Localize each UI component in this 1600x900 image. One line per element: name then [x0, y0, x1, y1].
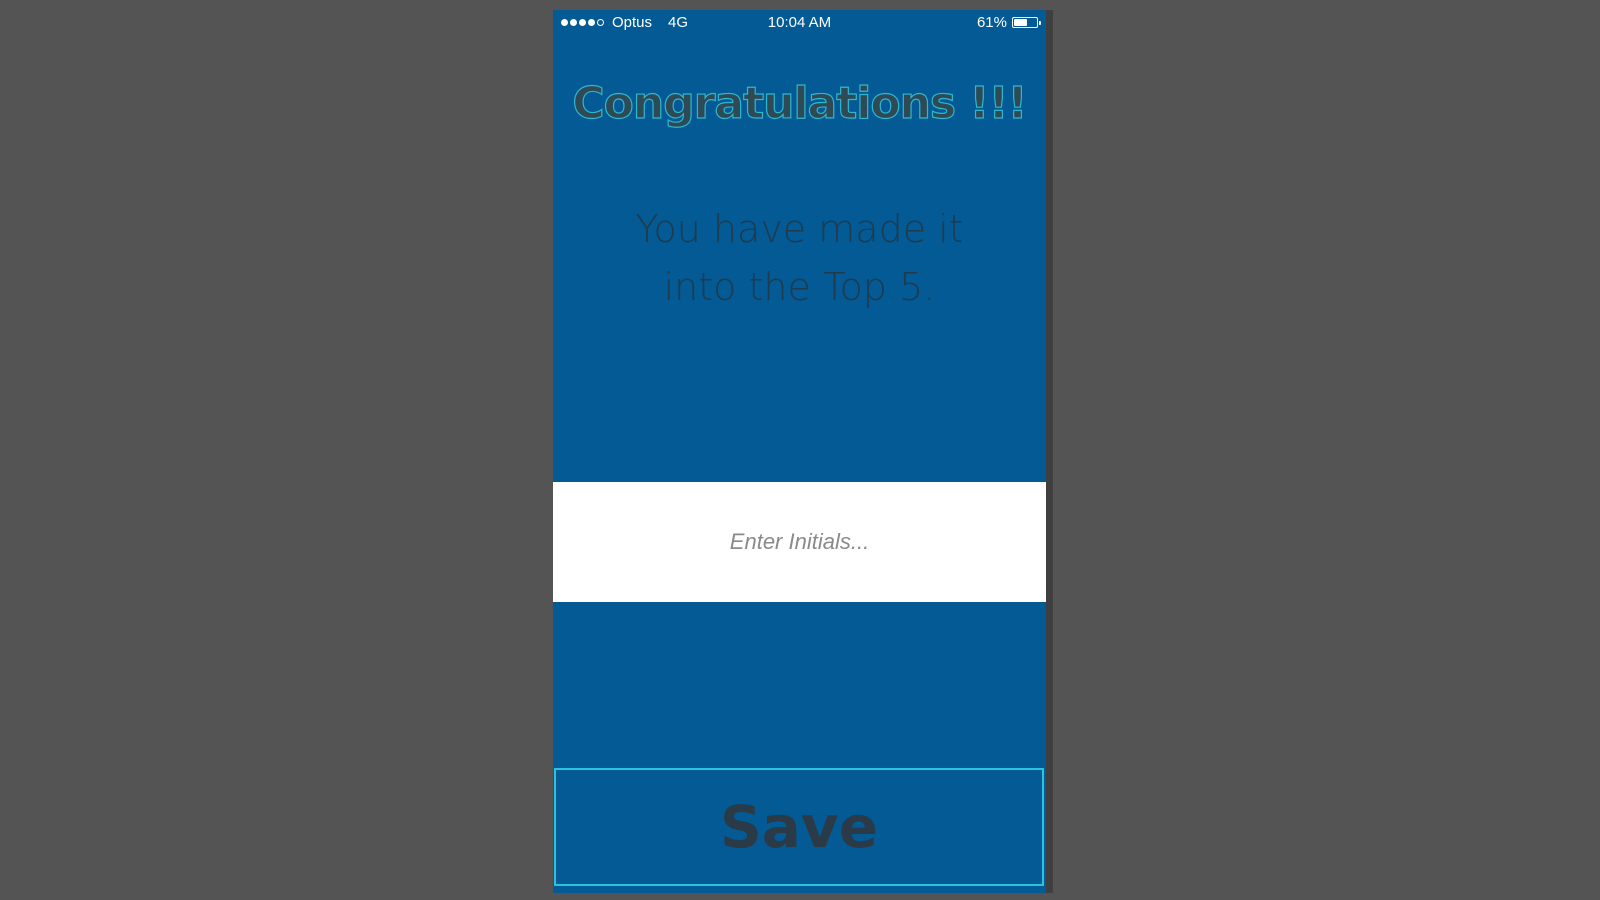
top5-message: You have made it into the Top 5. — [613, 200, 986, 316]
phone-screen: Optus 4G 10:04 AM 61% Congratulations !!… — [553, 10, 1046, 893]
initials-input[interactable] — [553, 482, 1046, 602]
message-line-1: You have made it — [635, 207, 964, 251]
congratulations-title: Congratulations !!! — [572, 77, 1028, 129]
message-line-2: into the Top 5. — [663, 265, 936, 309]
status-right: 61% — [976, 14, 1041, 31]
battery-percent: 61% — [976, 14, 1007, 31]
status-bar: Optus 4G 10:04 AM 61% — [553, 10, 1046, 36]
save-button[interactable]: Save — [554, 768, 1044, 886]
battery-icon — [1012, 17, 1041, 28]
battery-level-fill — [1014, 19, 1027, 26]
status-time: 10:04 AM — [767, 14, 832, 31]
